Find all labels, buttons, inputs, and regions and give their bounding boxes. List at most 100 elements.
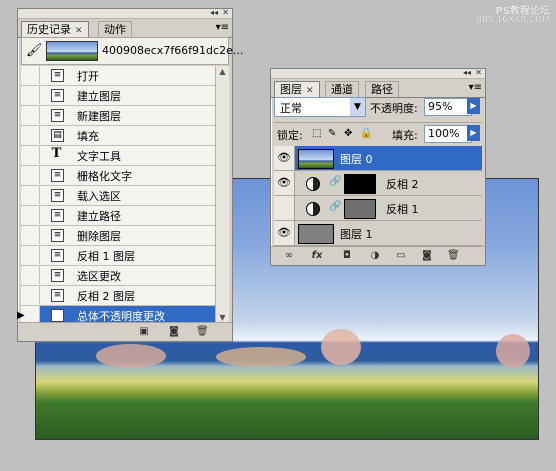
history-source-checkbox[interactable] <box>21 166 40 184</box>
history-item[interactable]: ≡ 反相 2 图层 <box>21 286 217 306</box>
history-state-slider-icon[interactable]: ▶ <box>17 310 25 321</box>
history-titlebar[interactable]: ◂◂ ✕ <box>18 8 232 19</box>
history-source-checkbox[interactable] <box>21 226 40 244</box>
tree-decoration <box>96 344 166 368</box>
visibility-eye-hidden-icon[interactable]: 👁 <box>274 196 295 220</box>
create-snapshot-icon[interactable]: ◙ <box>168 326 180 337</box>
lock-label: 锁定: <box>277 129 303 142</box>
history-item[interactable]: ≡ 删除图层 <box>21 226 217 246</box>
history-source-checkbox[interactable] <box>21 186 40 204</box>
add-mask-icon[interactable]: ◘ <box>341 250 353 261</box>
layer-mask-thumbnail[interactable] <box>344 199 376 219</box>
opacity-value: 95% <box>428 100 453 113</box>
history-source-checkbox[interactable] <box>21 146 40 164</box>
history-item-label: 选区更改 <box>77 270 121 283</box>
fill-slider-arrow-icon[interactable]: ▶ <box>467 125 480 141</box>
history-source-checkbox[interactable] <box>21 66 40 84</box>
history-item-label: 反相 2 图层 <box>77 290 135 303</box>
history-item[interactable]: ≡ 建立路径 <box>21 206 217 226</box>
invert-adjustment-icon <box>306 202 320 216</box>
history-brush-icon[interactable]: 🖌 <box>26 43 43 58</box>
close-tab-icon[interactable]: ✕ <box>75 26 83 36</box>
new-document-from-state-icon[interactable]: ▣ <box>138 326 150 337</box>
visibility-eye-icon[interactable]: 👁 <box>274 171 295 195</box>
link-layers-icon[interactable]: ∞ <box>283 250 295 261</box>
history-item[interactable]: ≡ 建立图层 <box>21 86 217 106</box>
history-scrollbar[interactable]: ▲ ▼ <box>215 66 229 324</box>
history-item[interactable]: ≡ 新建图层 <box>21 106 217 126</box>
history-item[interactable]: ≡ 反相 1 图层 <box>21 246 217 266</box>
layer-row[interactable]: 👁 图层 0 <box>274 146 482 171</box>
layer-mask-thumbnail[interactable] <box>344 174 376 194</box>
fill-value: 100% <box>428 127 460 140</box>
visibility-eye-icon[interactable]: 👁 <box>274 146 295 170</box>
visibility-eye-icon[interactable]: 👁 <box>274 221 295 245</box>
trash-icon[interactable]: 🗑 <box>196 326 209 337</box>
layers-titlebar[interactable]: ◂◂ ✕ <box>271 68 485 79</box>
chain-link-icon[interactable]: 🔗 <box>329 201 341 212</box>
history-item[interactable]: ▤ 填充 <box>21 126 217 146</box>
tab-history[interactable]: 历史记录 ✕ <box>21 21 89 37</box>
history-source-checkbox[interactable] <box>21 106 40 124</box>
doc-icon: ≡ <box>51 249 64 262</box>
history-source-checkbox[interactable] <box>21 266 40 284</box>
tab-channels-label: 通道 <box>331 83 353 96</box>
scroll-up-icon[interactable]: ▲ <box>216 66 229 78</box>
new-group-folder-icon[interactable]: ▭ <box>395 250 407 261</box>
layer-row[interactable]: 👁 🔗 反相 1 <box>274 196 482 221</box>
blend-mode-select[interactable]: 正常 ▼ <box>274 97 366 117</box>
history-source-checkbox[interactable] <box>21 246 40 264</box>
history-source-checkbox[interactable] <box>21 126 40 144</box>
layer-name: 图层 0 <box>340 153 373 166</box>
history-snapshot[interactable]: 🖌 400908ecx7f66f91dc2e... <box>21 37 243 65</box>
history-item-label: 建立路径 <box>77 210 121 223</box>
opacity-slider-arrow-icon[interactable]: ▶ <box>467 98 480 114</box>
layer-name: 图层 1 <box>340 228 373 241</box>
layers-footer: ∞ fx ◘ ◑ ▭ ◙ 🗑 <box>271 246 485 265</box>
history-source-checkbox[interactable] <box>21 206 40 224</box>
lock-all-icon[interactable]: 🔒 <box>360 128 372 139</box>
history-item[interactable]: ≡ 打开 <box>21 66 217 86</box>
chevron-down-icon[interactable]: ▼ <box>350 98 365 116</box>
trash-icon[interactable]: 🗑 <box>447 250 460 261</box>
layer-style-fx-icon[interactable]: fx <box>311 250 323 261</box>
panel-menu-icon[interactable]: ▾≡ <box>216 22 229 33</box>
history-item[interactable]: ≡ 载入选区 <box>21 186 217 206</box>
panel-menu-icon[interactable]: ▾≡ <box>469 82 482 93</box>
layer-row[interactable]: 👁 图层 1 <box>274 221 482 246</box>
close-tab-icon[interactable]: ✕ <box>306 86 314 96</box>
lock-transparent-icon[interactable]: ⬚ <box>312 128 321 139</box>
collapse-icon[interactable]: ◂◂ <box>463 68 471 77</box>
tab-paths[interactable]: 路径 <box>365 81 399 97</box>
tab-actions[interactable]: 动作 <box>98 21 132 37</box>
tree-decoration <box>321 329 361 365</box>
history-source-checkbox[interactable] <box>21 86 40 104</box>
history-item[interactable]: ≡ 栅格化文字 <box>21 166 217 186</box>
snapshot-thumbnail <box>46 41 98 61</box>
doc-icon: ≡ <box>51 269 64 282</box>
opacity-input[interactable]: 95% <box>424 98 472 116</box>
layer-name: 反相 1 <box>386 203 419 216</box>
close-icon[interactable]: ✕ <box>475 68 482 77</box>
fill-label: 填充: <box>392 129 418 142</box>
history-item[interactable]: ≡ 选区更改 <box>21 266 217 286</box>
close-icon[interactable]: ✕ <box>222 8 229 17</box>
history-item-label: 反相 1 图层 <box>77 250 135 263</box>
collapse-icon[interactable]: ◂◂ <box>210 8 218 17</box>
fill-input[interactable]: 100% <box>424 125 472 143</box>
tab-channels[interactable]: 通道 <box>325 81 359 97</box>
chain-link-icon[interactable]: 🔗 <box>329 176 341 187</box>
fill-icon: ▤ <box>51 129 64 142</box>
layer-row[interactable]: 👁 🔗 反相 2 <box>274 171 482 196</box>
lock-image-brush-icon[interactable]: ✎ <box>328 128 336 139</box>
adjustment-layer-icon[interactable]: ◑ <box>369 250 381 261</box>
tab-layers[interactable]: 图层 ✕ <box>274 81 320 97</box>
history-source-checkbox[interactable] <box>21 286 40 304</box>
history-item-label: 打开 <box>77 70 99 83</box>
lock-position-move-icon[interactable]: ✥ <box>344 128 352 139</box>
tab-layers-label: 图层 <box>280 83 302 96</box>
open-doc-icon: ≡ <box>51 69 64 82</box>
history-item[interactable]: T 文字工具 <box>21 146 217 166</box>
new-layer-icon[interactable]: ◙ <box>421 250 433 261</box>
layers-tabs: 图层 ✕ 通道 路径 ▾≡ <box>271 79 485 98</box>
